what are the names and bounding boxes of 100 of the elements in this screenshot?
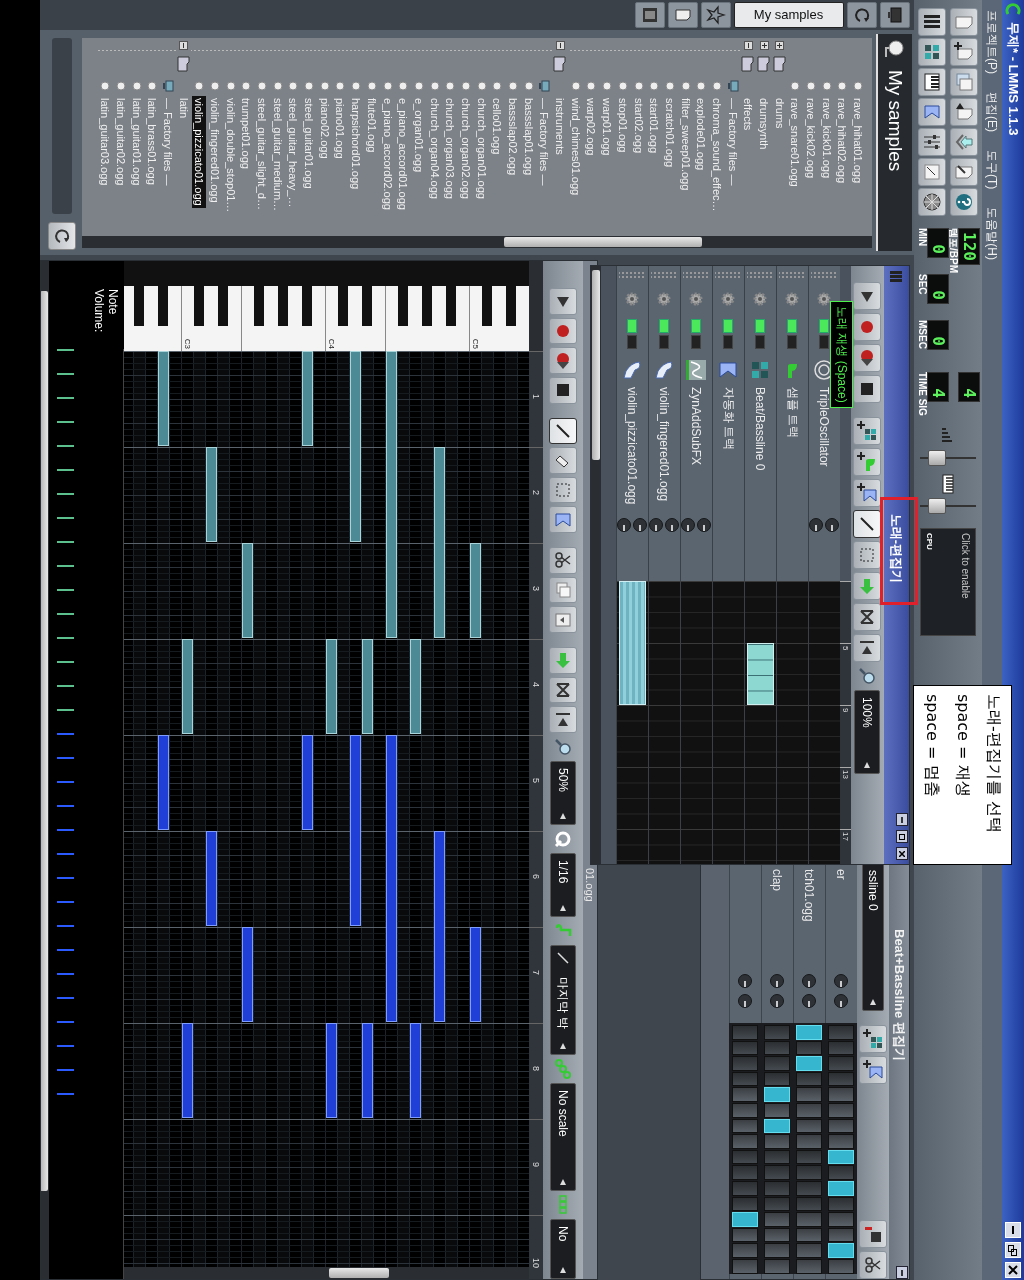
file-item[interactable]: cello01.ogg <box>490 96 505 157</box>
file-item[interactable]: latin_guitar02.ogg <box>113 96 128 188</box>
file-item[interactable]: warp01.ogg <box>600 96 615 158</box>
file-item[interactable]: steel_guitar_heavy_… <box>286 96 301 210</box>
display-label: SEC <box>917 274 928 295</box>
file-item[interactable]: church_organ03.ogg <box>443 96 458 201</box>
bar-number: 13 <box>841 770 850 779</box>
file-item[interactable]: explode01.ogg <box>694 96 709 173</box>
window-title: 01.ogg <box>584 868 596 902</box>
bar-number: 1 <box>531 394 541 399</box>
file-item[interactable]: piano01.ogg <box>333 96 348 161</box>
file-item[interactable]: latin_guitar03.ogg <box>98 96 113 188</box>
file-item[interactable]: chroma_sound_effec… <box>709 96 724 214</box>
scale-dropdown[interactable]: No scale <box>550 1082 576 1191</box>
time-signature-display[interactable]: 4 <box>958 372 981 402</box>
file-item[interactable]: e_piano_accord01.ogg <box>396 96 411 212</box>
volume-label: Note Volume: <box>91 288 121 335</box>
track-name: tch01.ogg <box>802 868 817 924</box>
bar-number: 5 <box>531 778 541 783</box>
bar-number: 2 <box>531 490 541 495</box>
file-item[interactable]: latin_brass01.ogg <box>145 96 160 187</box>
key-label: C3 <box>182 338 193 349</box>
track-name[interactable]: 샘플 트랙 <box>784 387 801 517</box>
cpu-hint: Click to enable <box>960 533 971 601</box>
sidebar-tab[interactable]: My samples <box>734 2 844 28</box>
file-item[interactable]: rave_snare01.ogg <box>788 96 803 189</box>
file-item[interactable]: trumpet01.ogg <box>239 96 254 171</box>
display-label: TIME SIG <box>917 372 928 416</box>
file-item[interactable]: violin_fingered01.ogg <box>207 96 222 205</box>
folder-item[interactable]: drums <box>772 96 787 131</box>
file-item[interactable]: — Factory files — <box>537 96 552 188</box>
pattern-dropdown[interactable]: ssline 0 <box>862 862 884 1011</box>
annotation-text: space = 멈춤 <box>922 694 942 799</box>
display-label: MSEC <box>917 320 928 349</box>
file-item[interactable]: violin_pizzicato01.ogg <box>192 96 207 208</box>
bar-number: 10 <box>531 1258 541 1268</box>
zoom-dropdown[interactable]: 50% <box>550 760 576 825</box>
bar-number: 17 <box>841 832 850 841</box>
zoom-dropdown[interactable]: 100% <box>854 690 881 774</box>
note-length-dropdown[interactable]: 마지막 박 <box>550 944 576 1055</box>
tempo-display[interactable]: 120 <box>958 228 981 265</box>
track-name[interactable]: violin_pizzicato01.ogg <box>625 387 640 517</box>
folder-item[interactable]: latin <box>176 96 191 121</box>
file-item[interactable]: church_organ02.ogg <box>458 96 473 201</box>
track-name[interactable]: 자동화 트랙 <box>720 387 737 517</box>
track-name[interactable]: ZynAddSubFX <box>689 387 704 517</box>
key-label: C4 <box>326 338 337 349</box>
panel-title: My samples <box>884 70 906 172</box>
file-item[interactable]: wind_chimes01.ogg <box>568 96 583 198</box>
file-item[interactable]: steel_guitar01.ogg <box>302 96 317 191</box>
bar-number: 6 <box>531 874 541 879</box>
menu-item[interactable]: 도움말(H) <box>983 207 1001 260</box>
folder-item[interactable]: drumsynth <box>757 96 772 152</box>
file-item[interactable]: — Factory files — <box>725 96 740 188</box>
time-display[interactable]: 0 <box>927 320 950 350</box>
cpu-meter[interactable]: Click to enable CPU <box>920 528 976 636</box>
annotation-text: 노래-편집기를 선택 <box>984 694 1004 835</box>
track-name: er <box>834 868 849 882</box>
file-item[interactable]: piano02.ogg <box>317 96 332 161</box>
file-item[interactable]: bassslap02.ogg <box>506 96 521 178</box>
file-item[interactable]: flute01.ogg <box>364 96 379 155</box>
file-item[interactable]: start02.ogg <box>631 96 646 156</box>
file-item[interactable]: latin_guitar01.ogg <box>129 96 144 188</box>
menu-item[interactable]: 도구(T) <box>983 150 1001 190</box>
file-item[interactable]: rave_kick02.ogg <box>804 96 819 181</box>
track-name[interactable]: violin_fingered01.ogg <box>657 387 672 517</box>
time-display[interactable]: 0 <box>927 228 950 258</box>
bar-number: 4 <box>531 682 541 687</box>
file-item[interactable]: harpsichord01.ogg <box>349 96 364 192</box>
bar-number: 9 <box>841 708 850 713</box>
menu-item[interactable]: 프로젝트(P) <box>983 10 1001 74</box>
file-item[interactable]: — Factory files — <box>160 96 175 188</box>
file-item[interactable]: warp02.ogg <box>584 96 599 158</box>
time-display[interactable]: 0 <box>927 274 950 304</box>
file-item[interactable]: filter_sweep01.ogg <box>678 96 693 193</box>
file-item[interactable]: steel_guitar_slight_d… <box>255 96 270 212</box>
file-item[interactable]: violin_double_stop01… <box>223 96 238 215</box>
file-item[interactable]: e_piano_accord02.ogg <box>380 96 395 212</box>
file-item[interactable]: scratch01.ogg <box>662 96 677 170</box>
file-item[interactable]: church_organ04.ogg <box>427 96 442 201</box>
file-item[interactable]: stop01.ogg <box>615 96 630 155</box>
folder-item[interactable]: instruments <box>553 96 568 157</box>
chord-dropdown[interactable]: No <box>550 1218 576 1279</box>
file-item[interactable]: steel_guitar_medium… <box>270 96 285 214</box>
track-name[interactable]: Beat/Bassline 0 <box>753 387 768 517</box>
bar-number: 8 <box>531 1066 541 1071</box>
file-item[interactable]: rave_hihat01.ogg <box>851 96 866 185</box>
file-item[interactable]: rave_hihat02.ogg <box>835 96 850 185</box>
menu-item[interactable]: 편집(E) <box>983 92 1001 132</box>
folder-item[interactable]: effects <box>741 96 756 133</box>
bar-number: 5 <box>841 646 850 651</box>
track-name[interactable]: TripleOscillator <box>817 387 832 517</box>
file-item[interactable]: e_organ01.ogg <box>411 96 426 174</box>
quantize-dropdown[interactable]: 1/16 <box>550 852 576 917</box>
file-item[interactable]: church_organ01.ogg <box>474 96 489 201</box>
time-signature-display[interactable]: 4 <box>927 372 950 402</box>
file-item[interactable]: start01.ogg <box>647 96 662 156</box>
window-title: 무제* - LMMS 1.1.3 <box>1005 22 1022 138</box>
file-item[interactable]: bassslap01.ogg <box>521 96 536 178</box>
file-item[interactable]: rave_kick01.ogg <box>819 96 834 181</box>
